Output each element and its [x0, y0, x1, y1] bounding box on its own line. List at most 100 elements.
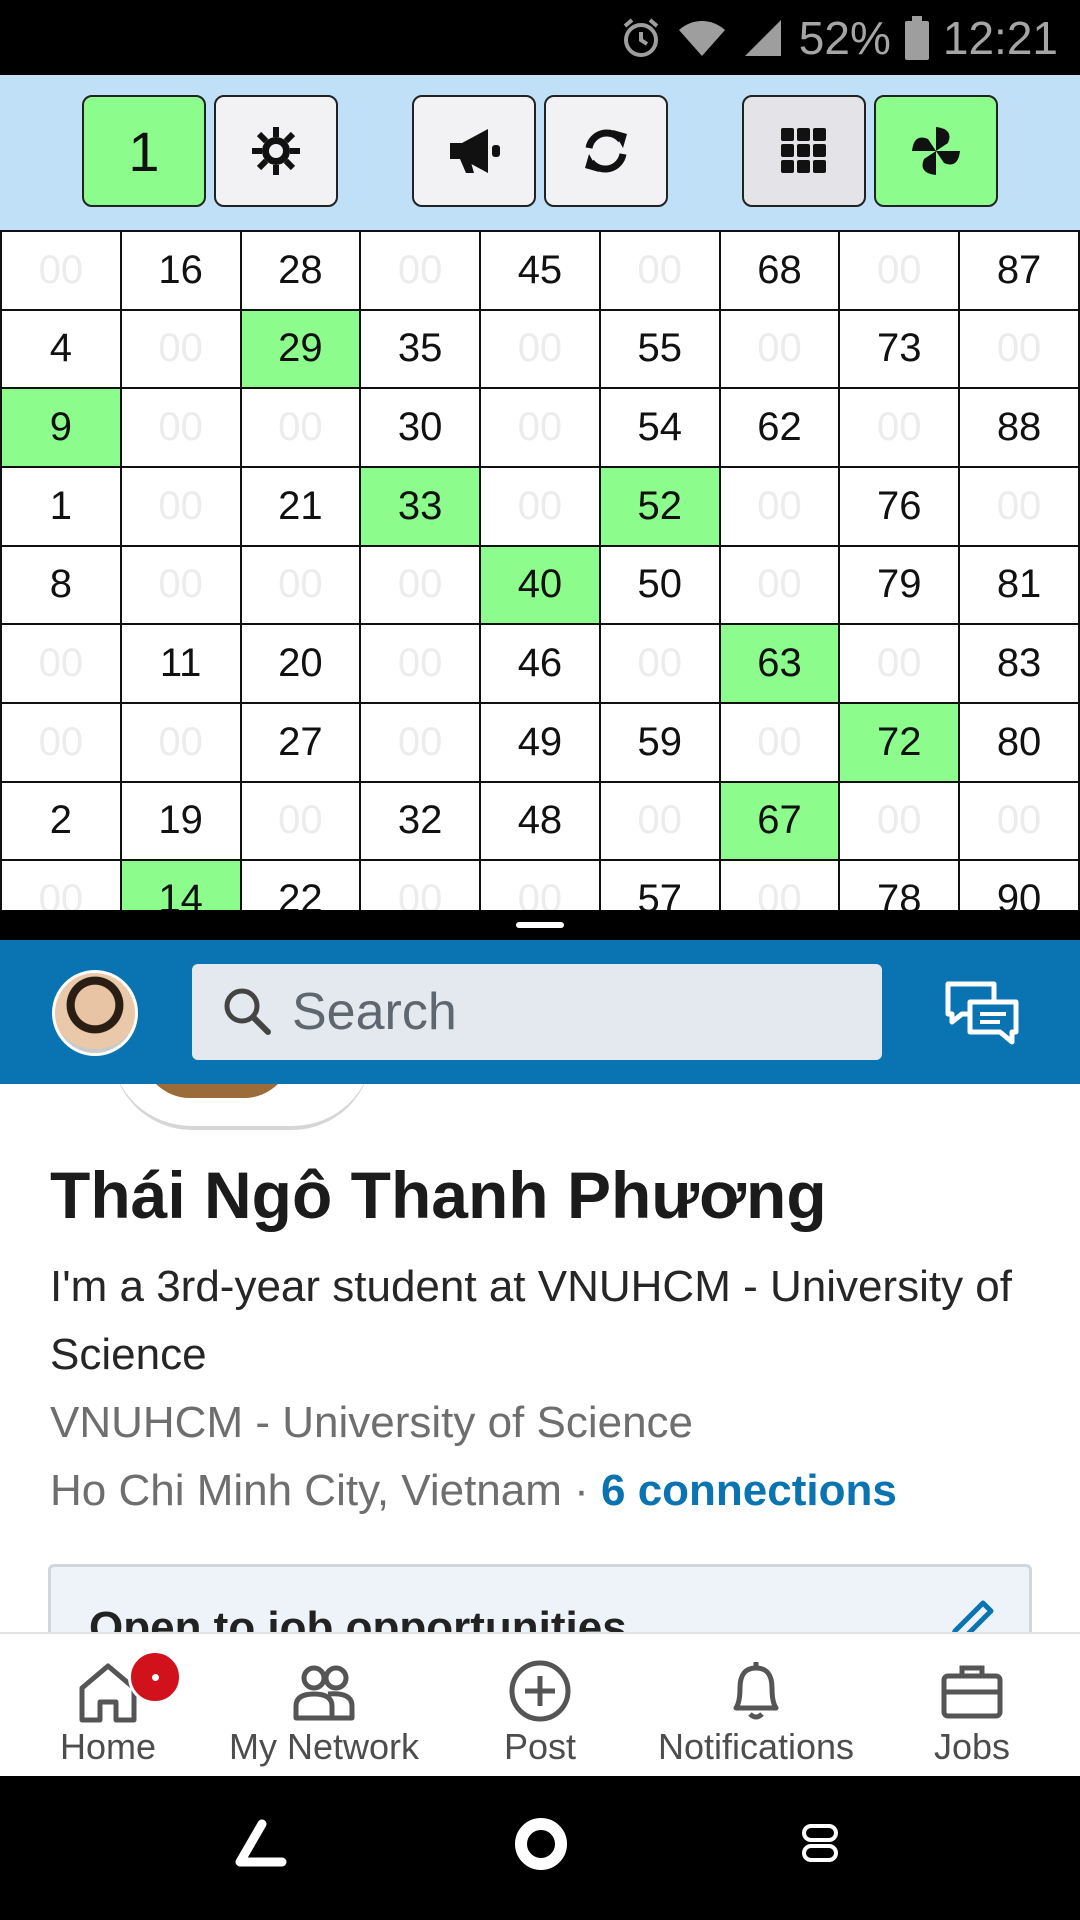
board-cell[interactable]: 19 [119, 780, 242, 862]
board-cell[interactable]: 88 [958, 387, 1080, 468]
board-cell[interactable]: 45 [479, 230, 601, 311]
board-cell[interactable]: 00 [119, 308, 242, 390]
profile-school[interactable]: VNUHCM - University of Science [50, 1389, 1050, 1457]
board-cell[interactable]: 21 [239, 465, 362, 547]
board-cell[interactable]: 20 [239, 623, 362, 704]
announce-button[interactable] [412, 95, 536, 207]
board-cell[interactable]: 00 [479, 465, 601, 547]
board-cell[interactable]: 68 [718, 230, 841, 311]
board-row: 9 00 00 30 00 54 62 00 88 [0, 387, 1080, 468]
board-cell[interactable]: 2 [0, 780, 122, 862]
nav-jobs[interactable]: Jobs [864, 1634, 1080, 1778]
board-cell[interactable]: 50 [598, 544, 721, 626]
board-cell[interactable]: 67 [718, 780, 841, 862]
board-cell[interactable]: 27 [239, 701, 362, 783]
refresh-button[interactable] [544, 95, 668, 207]
board-cell[interactable]: 1 [0, 465, 122, 547]
settings-button[interactable] [214, 95, 338, 207]
board-cell[interactable]: 00 [359, 623, 482, 704]
board-cell[interactable]: 00 [958, 308, 1080, 390]
board-cell[interactable]: 76 [838, 465, 961, 547]
board-cell[interactable]: 87 [958, 230, 1080, 311]
board-cell[interactable]: 00 [359, 701, 482, 783]
board-cell[interactable]: 00 [838, 387, 961, 468]
board-cell[interactable]: 81 [958, 544, 1080, 626]
board-cell[interactable]: 00 [119, 544, 242, 626]
board-cell[interactable]: 62 [718, 387, 841, 468]
recents-icon[interactable] [800, 1816, 840, 1872]
board-cell[interactable]: 00 [718, 544, 841, 626]
profile-headline: I'm a 3rd-year student at VNUHCM - Unive… [50, 1262, 1013, 1379]
board-cell[interactable]: 00 [119, 701, 242, 783]
board-cell[interactable]: 49 [479, 701, 601, 783]
messaging-icon[interactable] [944, 980, 1020, 1052]
board-cell[interactable]: 48 [479, 780, 601, 862]
board-cell[interactable]: 32 [359, 780, 482, 862]
board-row: 8 00 00 00 40 50 00 79 81 [0, 544, 1080, 626]
board-cell[interactable]: 00 [359, 230, 482, 311]
profile-location-line: Ho Chi Minh City, Vietnam · 6 connection… [50, 1457, 1050, 1525]
board-cell[interactable]: 00 [598, 780, 721, 862]
board-cell[interactable]: 35 [359, 308, 482, 390]
board-cell[interactable]: 79 [838, 544, 961, 626]
home-circle-icon[interactable] [513, 1816, 569, 1872]
counter-button[interactable]: 1 [82, 95, 206, 207]
board-cell[interactable]: 00 [119, 387, 242, 468]
board-cell[interactable]: 00 [958, 465, 1080, 547]
board-cell[interactable]: 00 [0, 230, 122, 311]
back-gesture-icon[interactable] [232, 1816, 288, 1872]
nav-home[interactable]: Home [0, 1634, 216, 1778]
board-cell[interactable]: 00 [359, 544, 482, 626]
board-cell[interactable]: 00 [598, 623, 721, 704]
board-cell[interactable]: 4 [0, 308, 122, 390]
board-cell[interactable]: 00 [119, 465, 242, 547]
board-cell[interactable]: 52 [598, 465, 721, 547]
board-cell[interactable]: 33 [359, 465, 482, 547]
board-cell[interactable]: 00 [958, 780, 1080, 862]
board-cell[interactable]: 00 [479, 308, 601, 390]
board-cell[interactable]: 00 [0, 623, 122, 704]
board-cell[interactable]: 28 [239, 230, 362, 311]
board-cell[interactable]: 00 [239, 544, 362, 626]
board-cell[interactable]: 29 [239, 308, 362, 390]
board-cell[interactable]: 8 [0, 544, 122, 626]
board-cell[interactable]: 00 [718, 308, 841, 390]
spin-button[interactable] [874, 95, 998, 207]
search-input[interactable] [292, 982, 852, 1042]
board-cell[interactable]: 11 [119, 623, 242, 704]
board-cell[interactable]: 00 [0, 701, 122, 783]
board-cell[interactable]: 00 [598, 230, 721, 311]
board-cell[interactable]: 73 [838, 308, 961, 390]
board-cell[interactable]: 83 [958, 623, 1080, 704]
board-cell[interactable]: 00 [479, 387, 601, 468]
board-cell[interactable]: 00 [239, 387, 362, 468]
board-cell[interactable]: 63 [718, 623, 841, 704]
board-cell[interactable]: 00 [718, 465, 841, 547]
board-row: 00 00 27 00 49 59 00 72 80 [0, 701, 1080, 783]
avatar[interactable] [52, 970, 138, 1056]
split-screen-divider[interactable] [0, 910, 1080, 940]
board-cell[interactable]: 72 [838, 701, 961, 783]
board-cell[interactable]: 00 [838, 230, 961, 311]
board-row: 4 00 29 35 00 55 00 73 00 [0, 308, 1080, 390]
nav-my-network[interactable]: My Network [216, 1634, 432, 1778]
board-cell[interactable]: 40 [479, 544, 601, 626]
search-bar[interactable] [192, 964, 882, 1060]
nav-post[interactable]: Post [432, 1634, 648, 1778]
board-cell[interactable]: 30 [359, 387, 482, 468]
board-cell[interactable]: 00 [838, 780, 961, 862]
board-cell[interactable]: 00 [718, 701, 841, 783]
nav-notifications[interactable]: Notifications [648, 1634, 864, 1778]
board-cell[interactable]: 9 [0, 387, 122, 468]
board-cell[interactable]: 16 [119, 230, 242, 311]
board-cell[interactable]: 55 [598, 308, 721, 390]
grid-button[interactable] [742, 95, 866, 207]
board-cell[interactable]: 00 [838, 623, 961, 704]
board-cell[interactable]: 46 [479, 623, 601, 704]
board-cell[interactable]: 59 [598, 701, 721, 783]
board-cell[interactable]: 00 [239, 780, 362, 862]
board-cell[interactable]: 80 [958, 701, 1080, 783]
split-handle[interactable] [516, 922, 564, 928]
board-cell[interactable]: 54 [598, 387, 721, 468]
connections-link[interactable]: 6 connections [601, 1466, 897, 1515]
